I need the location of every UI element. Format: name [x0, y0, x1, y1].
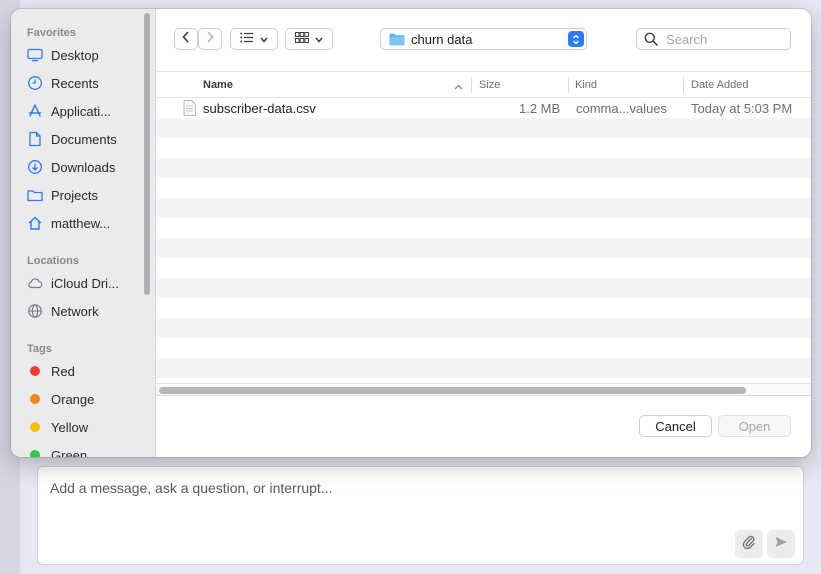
popup-stepper-icon [568, 31, 584, 47]
sidebar-item-label: Desktop [51, 47, 99, 63]
sidebar-item-home[interactable]: matthew... [27, 212, 110, 234]
chevron-right-icon [206, 30, 214, 48]
download-icon [27, 159, 43, 175]
search-input[interactable] [664, 30, 788, 48]
footer-divider [156, 395, 811, 396]
empty-row [156, 158, 811, 178]
empty-row [156, 278, 811, 298]
tags-header: Tags [27, 343, 52, 355]
locations-header: Locations [27, 255, 79, 267]
grid-view-icon [295, 30, 309, 48]
chevron-down-icon [260, 30, 268, 48]
sidebar-item-label: Recents [51, 75, 99, 91]
file-browser: churn data Name Size Kind Date Added sub… [156, 9, 811, 457]
desktop-icon [27, 47, 43, 63]
sidebar-item-label: Applicati... [51, 103, 111, 119]
sidebar-tag-orange[interactable]: Orange [27, 388, 94, 410]
sidebar-item-label: Documents [51, 131, 117, 147]
sidebar-item-network[interactable]: Network [27, 300, 99, 322]
sidebar: Favorites Desktop Recents Applicati... D… [11, 9, 156, 457]
empty-row [156, 318, 811, 338]
message-composer[interactable]: Add a message, ask a question, or interr… [37, 466, 804, 565]
sidebar-scrollbar[interactable] [144, 13, 150, 295]
sidebar-item-label: Network [51, 303, 99, 319]
location-label: churn data [411, 31, 473, 47]
scrollbar-thumb[interactable] [159, 387, 746, 394]
column-divider[interactable] [568, 77, 569, 93]
sidebar-tag-red[interactable]: Red [27, 360, 75, 382]
file-name: subscriber-data.csv [203, 101, 316, 116]
cancel-button[interactable]: Cancel [639, 415, 712, 437]
paperclip-icon [742, 535, 756, 554]
folder-icon [27, 187, 43, 203]
sidebar-item-icloud[interactable]: iCloud Dri... [27, 272, 119, 294]
forward-button[interactable] [198, 28, 222, 50]
sidebar-item-label: Yellow [51, 419, 89, 435]
chevron-left-icon [182, 30, 190, 48]
sidebar-item-documents[interactable]: Documents [27, 128, 117, 150]
column-kind[interactable]: Kind [575, 79, 597, 91]
file-date-added: Today at 5:03 PM [691, 101, 793, 116]
empty-row [156, 198, 811, 218]
sidebar-item-projects[interactable]: Projects [27, 184, 98, 206]
sidebar-tag-green[interactable]: Green [27, 444, 87, 457]
sidebar-item-downloads[interactable]: Downloads [27, 156, 115, 178]
message-input[interactable]: Add a message, ask a question, or interr… [50, 480, 333, 496]
empty-row [156, 358, 811, 378]
file-kind: comma...values [576, 101, 668, 116]
column-divider[interactable] [683, 77, 684, 93]
folder-icon [389, 33, 405, 46]
open-file-dialog: Favorites Desktop Recents Applicati... D… [11, 9, 811, 457]
tag-dot-icon [27, 419, 43, 435]
attach-button[interactable] [735, 530, 763, 558]
tag-dot-icon [27, 391, 43, 407]
column-size[interactable]: Size [479, 79, 500, 91]
sidebar-item-label: matthew... [51, 215, 111, 231]
send-button[interactable] [767, 530, 795, 558]
sidebar-item-label: Downloads [51, 159, 116, 175]
globe-icon [27, 303, 43, 319]
favorites-header: Favorites [27, 27, 76, 39]
sidebar-item-label: Orange [51, 391, 95, 407]
chevron-down-icon [315, 30, 323, 48]
view-grid-button[interactable] [285, 28, 333, 50]
clock-icon [27, 75, 43, 91]
back-button[interactable] [174, 28, 198, 50]
document-icon [27, 131, 43, 147]
applications-icon [27, 103, 43, 119]
open-button[interactable]: Open [718, 415, 791, 437]
sidebar-item-label: Projects [51, 187, 98, 203]
empty-row [156, 118, 811, 138]
view-list-button[interactable] [230, 28, 278, 50]
empty-row [156, 238, 811, 258]
file-row[interactable]: subscriber-data.csv 1.2 MB comma...value… [156, 98, 811, 118]
sidebar-item-recents[interactable]: Recents [27, 72, 99, 94]
column-date-added[interactable]: Date Added [691, 79, 749, 91]
sidebar-item-label: Red [51, 363, 75, 379]
sidebar-item-applications[interactable]: Applicati... [27, 100, 111, 122]
file-list: subscriber-data.csv 1.2 MB comma...value… [156, 98, 811, 386]
search-field[interactable] [636, 28, 791, 50]
list-view-icon [240, 30, 254, 48]
sidebar-item-desktop[interactable]: Desktop [27, 44, 99, 66]
tag-dot-icon [27, 363, 43, 379]
column-header-row: Name Size Kind Date Added [156, 71, 811, 98]
sidebar-item-label: Green [51, 447, 88, 458]
column-name[interactable]: Name [203, 79, 233, 91]
sort-ascending-icon [454, 81, 463, 93]
column-divider[interactable] [471, 77, 472, 93]
sidebar-tag-yellow[interactable]: Yellow [27, 416, 88, 438]
search-icon [644, 32, 658, 46]
cloud-icon [27, 275, 43, 291]
tag-dot-icon [27, 447, 43, 457]
location-popup[interactable]: churn data [380, 28, 587, 50]
sidebar-item-label: iCloud Dri... [51, 275, 119, 291]
file-size: 1.2 MB [519, 101, 561, 116]
home-icon [27, 215, 43, 231]
send-icon [774, 535, 788, 554]
